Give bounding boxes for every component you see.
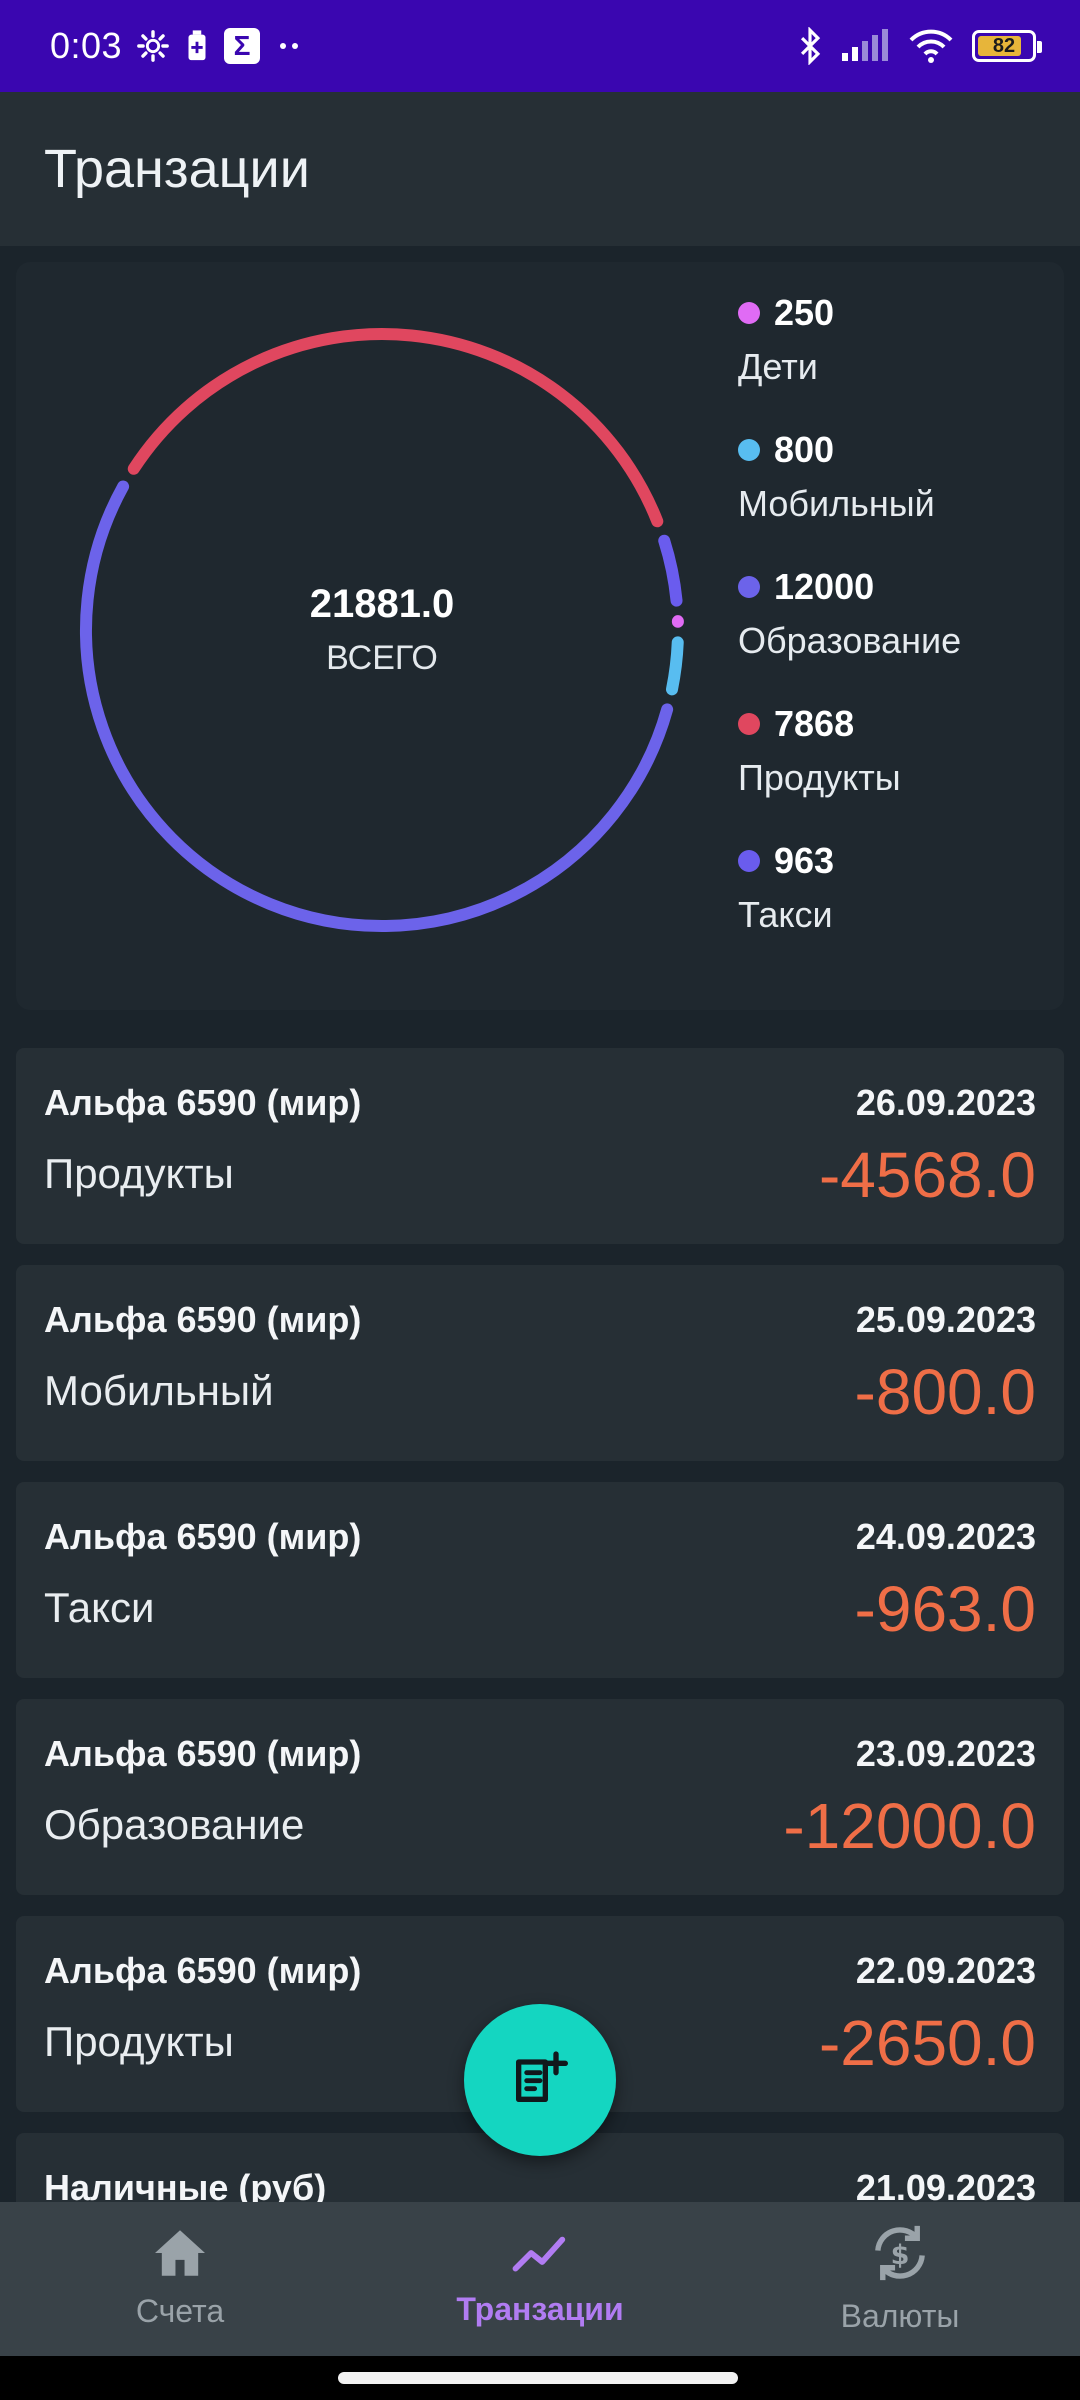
- transaction-account: Альфа 6590 (мир): [44, 1516, 362, 1557]
- nav-label: Валюты: [840, 2298, 960, 2334]
- transaction-card[interactable]: Альфа 6590 (мир) 26.09.2023 Продукты -45…: [16, 1048, 1064, 1244]
- signal-icon: [840, 29, 890, 63]
- transaction-date: 24.09.2023: [855, 1516, 1036, 1557]
- legend-item: 7868 Продукты: [738, 703, 1058, 840]
- sigma-icon: Σ: [224, 28, 261, 64]
- legend-dot: [738, 576, 760, 598]
- status-bar: 0:03 Σ 82: [0, 0, 1080, 92]
- legend-name: Мобильный: [738, 483, 935, 524]
- transaction-amount: -963.0: [854, 1573, 1036, 1645]
- add-transaction-button[interactable]: [464, 2004, 616, 2156]
- transaction-amount: -4568.0: [818, 1139, 1036, 1211]
- legend-dot: [738, 713, 760, 735]
- transaction-date: 26.09.2023: [855, 1082, 1036, 1123]
- more-dots-icon: [274, 40, 304, 52]
- battery-saver-icon: [184, 29, 210, 63]
- transaction-category: Образование: [44, 1801, 305, 1848]
- transaction-account: Альфа 6590 (мир): [44, 1082, 362, 1123]
- home-icon: [152, 2228, 208, 2283]
- legend-value: 963: [774, 840, 835, 881]
- transaction-date: 23.09.2023: [855, 1733, 1036, 1774]
- transaction-account: Альфа 6590 (мир): [44, 1299, 362, 1340]
- battery-level: 82: [992, 34, 1016, 57]
- transaction-amount: -2650.0: [818, 2007, 1036, 2079]
- transaction-card[interactable]: Альфа 6590 (мир) 24.09.2023 Такси -963.0: [16, 1482, 1064, 1678]
- chart-card: 21881.0 ВСЕГО 250 Дети 800 Мобильный 120…: [16, 262, 1064, 1010]
- total-value: 21881.0: [309, 582, 455, 626]
- currency-exchange-icon: $: [868, 2223, 932, 2288]
- legend-item: 12000 Образование: [738, 566, 1058, 703]
- transaction-category: Продукты: [44, 2018, 234, 2065]
- nav-transactions[interactable]: Транзации: [360, 2202, 720, 2356]
- add-note-icon: [508, 2046, 572, 2115]
- transaction-category: Такси: [44, 1584, 155, 1631]
- chart-legend: 250 Дети 800 Мобильный 12000 Образование…: [738, 292, 1058, 977]
- legend-value: 800: [774, 429, 835, 470]
- transaction-account: Альфа 6590 (мир): [44, 1733, 362, 1774]
- gear-icon: [136, 29, 170, 63]
- legend-value: 12000: [774, 566, 875, 607]
- legend-value: 7868: [774, 703, 855, 744]
- legend-item: 963 Такси: [738, 840, 1058, 977]
- battery-icon: 82: [972, 30, 1042, 62]
- legend-name: Продукты: [738, 757, 901, 798]
- nav-label: Счета: [135, 2293, 225, 2329]
- wifi-icon: [908, 28, 954, 64]
- transaction-card[interactable]: Альфа 6590 (мир) 25.09.2023 Мобильный -8…: [16, 1265, 1064, 1461]
- page-title: Транзации: [44, 139, 310, 199]
- transaction-date: 25.09.2023: [855, 1299, 1036, 1340]
- transaction-date: 22.09.2023: [855, 1950, 1036, 1991]
- legend-item: 250 Дети: [738, 292, 1058, 429]
- bluetooth-icon: [798, 27, 822, 65]
- svg-text:$: $: [891, 2240, 910, 2271]
- transaction-card[interactable]: Альфа 6590 (мир) 23.09.2023 Образование …: [16, 1699, 1064, 1895]
- nav-label: Транзации: [456, 2291, 624, 2327]
- app-bar: Транзации: [0, 92, 1080, 246]
- transaction-amount: -12000.0: [783, 1790, 1036, 1862]
- transaction-category: Продукты: [44, 1150, 234, 1197]
- status-time: 0:03: [50, 25, 123, 66]
- donut-center: 21881.0 ВСЕГО: [52, 300, 712, 960]
- legend-dot: [738, 302, 760, 324]
- legend-dot: [738, 439, 760, 461]
- gesture-handle[interactable]: [338, 2372, 738, 2384]
- trending-icon: [511, 2230, 569, 2281]
- legend-name: Образование: [738, 620, 962, 661]
- transaction-amount: -800.0: [854, 1356, 1036, 1428]
- legend-name: Такси: [738, 894, 833, 935]
- total-label: ВСЕГО: [326, 639, 438, 677]
- nav-currencies[interactable]: $ Валюты: [720, 2202, 1080, 2356]
- legend-item: 800 Мобильный: [738, 429, 1058, 566]
- nav-accounts[interactable]: Счета: [0, 2202, 360, 2356]
- legend-name: Дети: [738, 346, 818, 387]
- system-gesture-area: [0, 2356, 1080, 2400]
- legend-value: 250: [774, 292, 835, 333]
- transaction-account: Альфа 6590 (мир): [44, 1950, 362, 1991]
- bottom-navigation: Счета Транзации $ Валюты: [0, 2202, 1080, 2356]
- legend-dot: [738, 850, 760, 872]
- transaction-category: Мобильный: [44, 1367, 274, 1414]
